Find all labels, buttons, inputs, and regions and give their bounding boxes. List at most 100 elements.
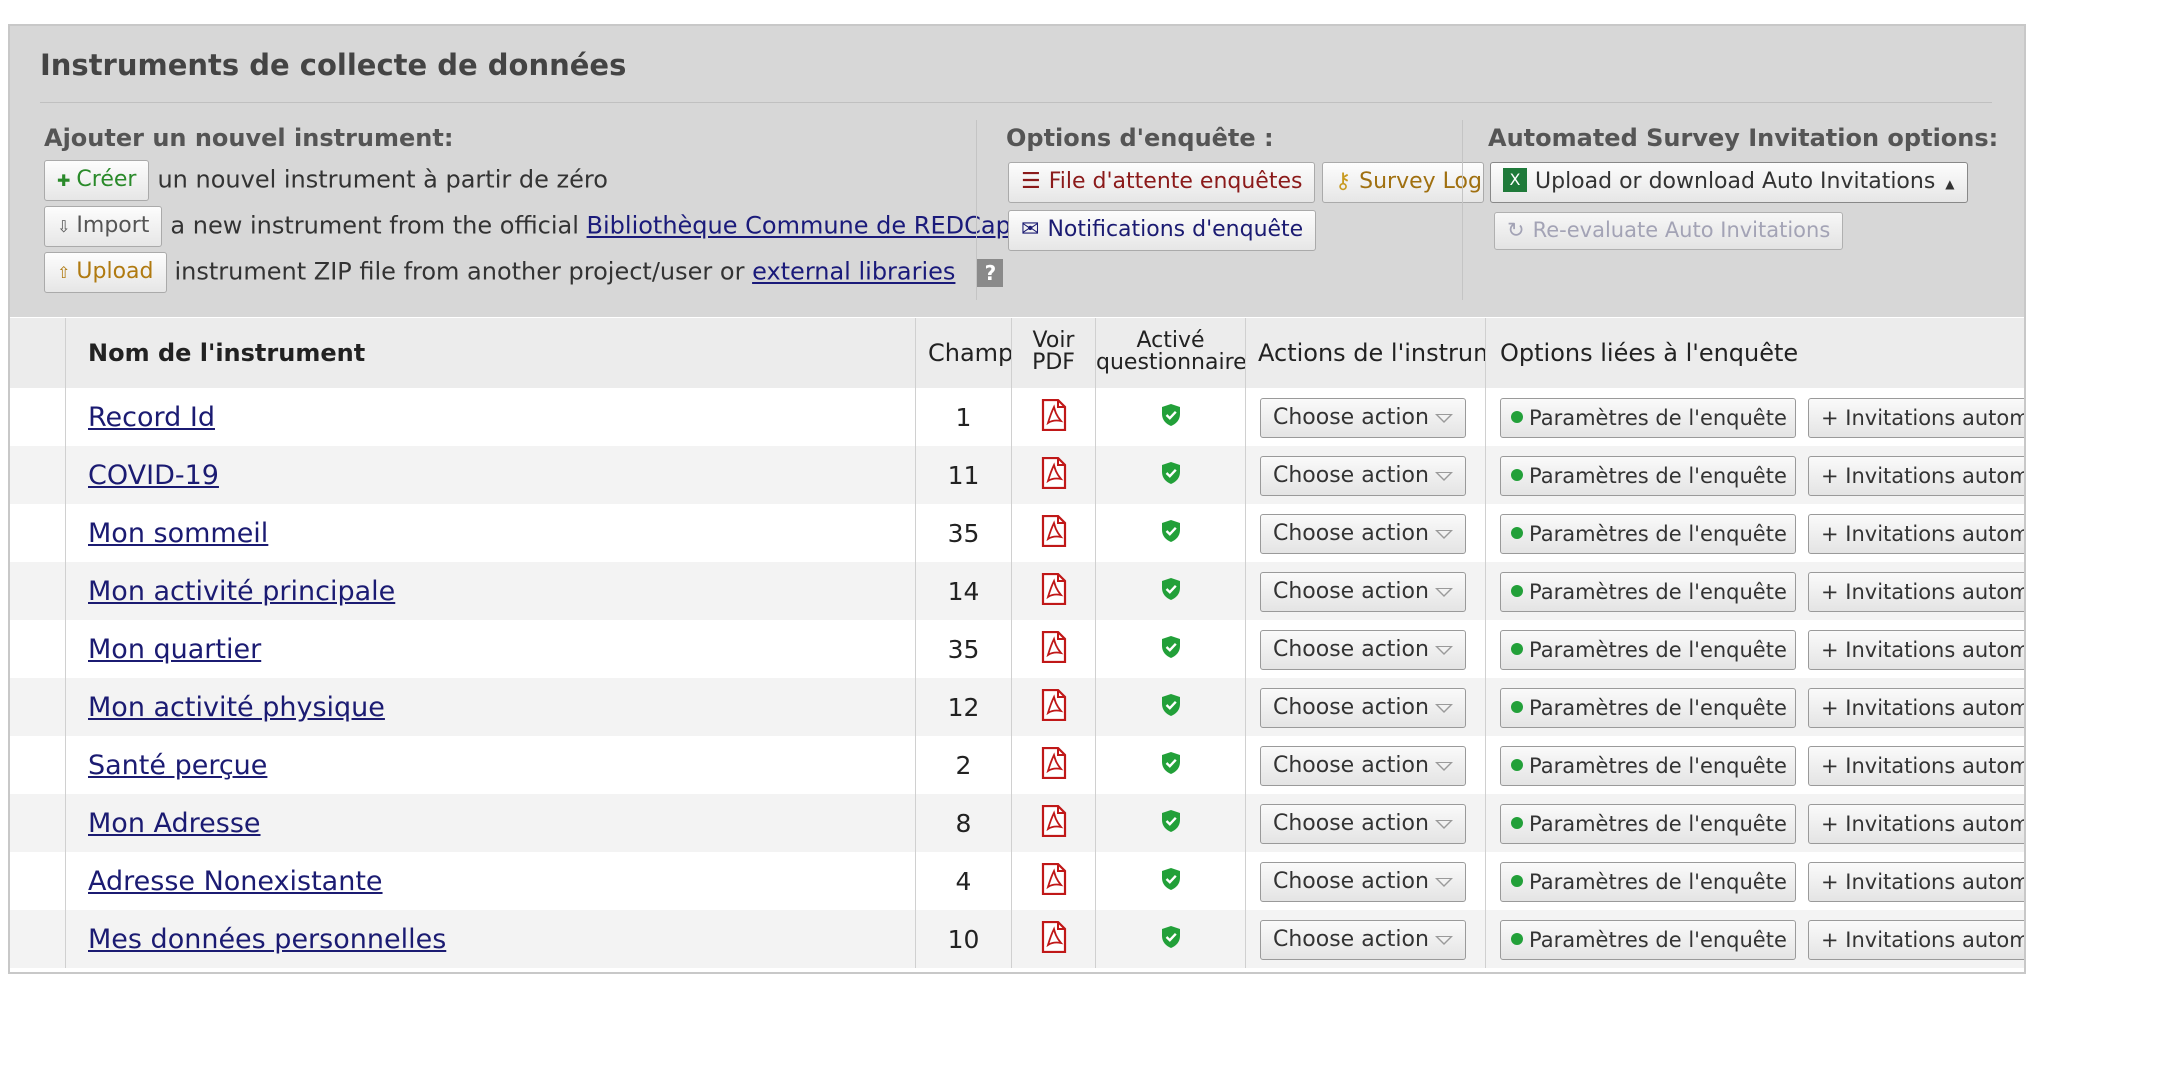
row-drag-handle[interactable] bbox=[10, 562, 66, 620]
choose-action-dropdown[interactable]: Choose action bbox=[1260, 630, 1466, 670]
chevron-down-icon bbox=[1435, 588, 1453, 597]
pdf-icon[interactable] bbox=[1041, 920, 1067, 957]
choose-action-dropdown[interactable]: Choose action bbox=[1260, 572, 1466, 612]
create-button[interactable]: ✚ Créer bbox=[44, 160, 150, 201]
field-count: 2 bbox=[916, 736, 1012, 794]
automated-invitations-button[interactable]: + Invitations automatiques bbox=[1808, 630, 2024, 670]
instrument-name-link[interactable]: Mon activité physique bbox=[88, 692, 385, 723]
row-drag-handle[interactable] bbox=[10, 446, 66, 504]
survey-settings-button[interactable]: Paramètres de l'enquête bbox=[1500, 804, 1796, 844]
instrument-name-link[interactable]: Santé perçue bbox=[88, 750, 267, 781]
survey-enabled-cell bbox=[1096, 446, 1246, 504]
instrument-name-link[interactable]: Adresse Nonexistante bbox=[88, 866, 383, 897]
shield-check-icon bbox=[1160, 577, 1182, 605]
automated-invitations-button[interactable]: + Invitations automatiques bbox=[1808, 572, 2024, 612]
key-icon: ⚷ bbox=[1335, 169, 1352, 194]
choose-action-dropdown[interactable]: Choose action bbox=[1260, 398, 1466, 438]
pdf-icon[interactable] bbox=[1041, 572, 1067, 609]
row-drag-handle[interactable] bbox=[10, 794, 66, 852]
survey-settings-button[interactable]: Paramètres de l'enquête bbox=[1500, 398, 1796, 438]
pdf-icon[interactable] bbox=[1041, 804, 1067, 841]
pdf-icon[interactable] bbox=[1041, 630, 1067, 667]
pdf-icon[interactable] bbox=[1041, 456, 1067, 493]
table-row: Mon Adresse 8 Choose action Paramètres d… bbox=[10, 794, 2024, 852]
choose-action-dropdown[interactable]: Choose action bbox=[1260, 862, 1466, 902]
row-drag-handle[interactable] bbox=[10, 620, 66, 678]
green-check-icon bbox=[1511, 411, 1523, 423]
choose-action-dropdown[interactable]: Choose action bbox=[1260, 746, 1466, 786]
field-count: 35 bbox=[916, 504, 1012, 562]
survey-settings-button[interactable]: Paramètres de l'enquête bbox=[1500, 688, 1796, 728]
table-row: Mon activité principale 14 Choose action… bbox=[10, 562, 2024, 620]
row-drag-handle[interactable] bbox=[10, 736, 66, 794]
table-header-row: Nom de l'instrument Champs Voir PDF Acti… bbox=[10, 318, 2024, 390]
survey-settings-button[interactable]: Paramètres de l'enquête bbox=[1500, 514, 1796, 554]
survey-settings-label: Paramètres de l'enquête bbox=[1529, 812, 1787, 836]
column-header-actions: Actions de l'instrument bbox=[1246, 318, 1486, 388]
import-button[interactable]: ⇩ Import bbox=[44, 206, 163, 247]
field-count: 4 bbox=[916, 852, 1012, 910]
automated-invitations-button[interactable]: + Invitations automatiques bbox=[1808, 746, 2024, 786]
reevaluate-auto-invitations-button[interactable]: ↻ Re-evaluate Auto Invitations bbox=[1494, 212, 1844, 250]
row-drag-handle[interactable] bbox=[10, 504, 66, 562]
row-drag-handle[interactable] bbox=[10, 910, 66, 968]
field-count: 1 bbox=[916, 388, 1012, 446]
choose-action-dropdown[interactable]: Choose action bbox=[1260, 456, 1466, 496]
survey-options-cell: Paramètres de l'enquête + Invitations au… bbox=[1486, 736, 2024, 794]
automated-invitations-button[interactable]: + Invitations automatiques bbox=[1808, 920, 2024, 960]
instrument-name-link[interactable]: Mon quartier bbox=[88, 634, 261, 665]
survey-settings-button[interactable]: Paramètres de l'enquête bbox=[1500, 746, 1796, 786]
pdf-icon[interactable] bbox=[1041, 398, 1067, 435]
choose-action-dropdown[interactable]: Choose action bbox=[1260, 920, 1466, 960]
row-drag-handle[interactable] bbox=[10, 388, 66, 446]
automated-invitations-button[interactable]: + Invitations automatiques bbox=[1808, 514, 2024, 554]
column-header-pdf: Voir PDF bbox=[1012, 318, 1096, 388]
help-icon[interactable]: ? bbox=[977, 258, 1004, 287]
upload-arrow-icon: ⇧ bbox=[57, 263, 71, 282]
survey-settings-button[interactable]: Paramètres de l'enquête bbox=[1500, 920, 1796, 960]
survey-settings-button[interactable]: Paramètres de l'enquête bbox=[1500, 630, 1796, 670]
choose-action-label: Choose action bbox=[1273, 405, 1429, 430]
choose-action-dropdown[interactable]: Choose action bbox=[1260, 688, 1466, 728]
choose-action-dropdown[interactable]: Choose action bbox=[1260, 804, 1466, 844]
survey-settings-button[interactable]: Paramètres de l'enquête bbox=[1500, 456, 1796, 496]
automated-invitations-button[interactable]: + Invitations automatiques bbox=[1808, 398, 2024, 438]
external-libraries-link[interactable]: external libraries bbox=[752, 258, 955, 286]
choose-action-label: Choose action bbox=[1273, 637, 1429, 662]
row-drag-handle[interactable] bbox=[10, 852, 66, 910]
column-header-name: Nom de l'instrument bbox=[66, 318, 916, 388]
survey-notifications-button[interactable]: ✉ Notifications d'enquête bbox=[1008, 210, 1317, 251]
survey-settings-button[interactable]: Paramètres de l'enquête bbox=[1500, 862, 1796, 902]
automated-invitations-button[interactable]: + Invitations automatiques bbox=[1808, 456, 2024, 496]
instrument-name-link[interactable]: Mon sommeil bbox=[88, 518, 268, 549]
automated-invitations-button[interactable]: + Invitations automatiques bbox=[1808, 804, 2024, 844]
pdf-cell bbox=[1012, 620, 1096, 678]
instrument-name-link[interactable]: Record Id bbox=[88, 402, 215, 433]
instrument-name-cell: Record Id bbox=[66, 388, 916, 446]
instrument-name-link[interactable]: COVID-19 bbox=[88, 460, 219, 491]
pdf-icon[interactable] bbox=[1041, 514, 1067, 551]
shared-library-link[interactable]: Bibliothèque Commune de REDCap (REDCap S… bbox=[587, 212, 1008, 240]
pdf-icon[interactable] bbox=[1041, 746, 1067, 783]
choose-action-dropdown[interactable]: Choose action bbox=[1260, 514, 1466, 554]
survey-settings-label: Paramètres de l'enquête bbox=[1529, 870, 1787, 894]
field-count: 35 bbox=[916, 620, 1012, 678]
instrument-name-link[interactable]: Mon Adresse bbox=[88, 808, 261, 839]
table-row: Mon activité physique 12 Choose action P… bbox=[10, 678, 2024, 736]
automated-invitations-button[interactable]: + Invitations automatiques bbox=[1808, 862, 2024, 902]
upload-download-auto-invitations-button[interactable]: X Upload or download Auto Invitations ▲ bbox=[1490, 162, 1968, 203]
survey-queue-button[interactable]: ☰ File d'attente enquêtes bbox=[1008, 162, 1316, 203]
import-row: ⇩ Import a new instrument from the officia… bbox=[44, 206, 1008, 247]
pdf-icon[interactable] bbox=[1041, 862, 1067, 899]
instrument-name-link[interactable]: Mon activité principale bbox=[88, 576, 395, 607]
survey-login-button[interactable]: ⚷Survey Login bbox=[1322, 162, 1484, 203]
upload-button[interactable]: ⇧ Upload bbox=[44, 252, 167, 293]
automated-invitations-button[interactable]: + Invitations automatiques bbox=[1808, 688, 2024, 728]
instrument-name-link[interactable]: Mes données personnelles bbox=[88, 924, 446, 955]
survey-settings-button[interactable]: Paramètres de l'enquête bbox=[1500, 572, 1796, 612]
survey-settings-label: Paramètres de l'enquête bbox=[1529, 522, 1787, 546]
choose-action-label: Choose action bbox=[1273, 579, 1429, 604]
pdf-icon[interactable] bbox=[1041, 688, 1067, 725]
table-row: Santé perçue 2 Choose action Paramètres … bbox=[10, 736, 2024, 794]
row-drag-handle[interactable] bbox=[10, 678, 66, 736]
